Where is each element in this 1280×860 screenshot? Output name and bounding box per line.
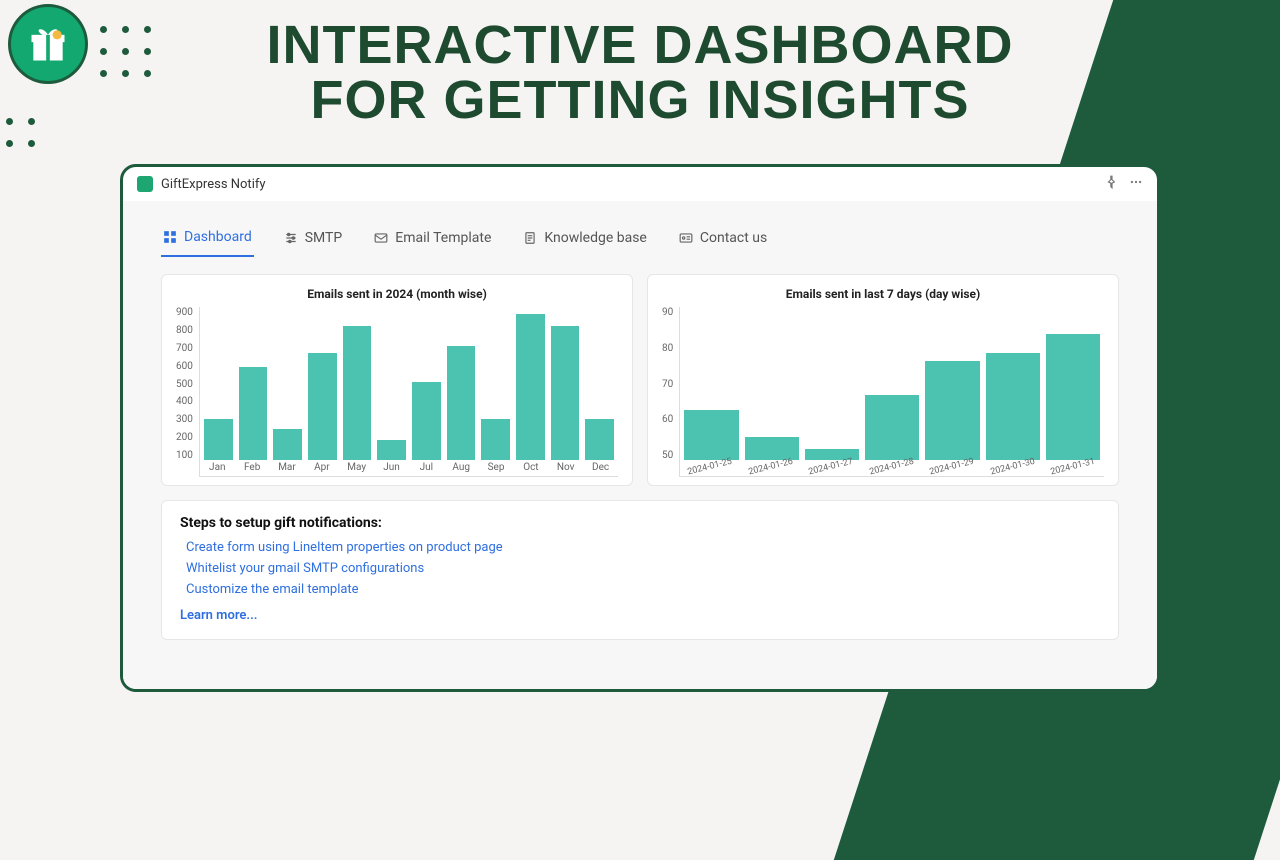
tab-email-template[interactable]: Email Template [372,225,493,257]
chart-title: Emails sent in last 7 days (day wise) [662,287,1104,301]
pin-icon[interactable] [1105,175,1119,193]
tab-smtp[interactable]: SMTP [282,225,345,257]
app-small-icon [137,176,153,192]
learn-more-link[interactable]: Learn more... [180,608,1100,623]
bar[interactable] [204,419,233,460]
sliders-icon [284,231,298,245]
chart-weekly: 9080706050 2024-01-252024-01-262024-01-2… [662,307,1104,477]
window-topbar: GiftExpress Notify [123,167,1157,201]
bar[interactable] [447,346,476,460]
bar[interactable] [516,314,545,460]
tabs: Dashboard SMTP Email Template Knowledge … [161,225,1119,258]
steps-card: Steps to setup gift notifications: Creat… [161,500,1119,640]
bars [680,307,1104,460]
app-title: GiftExpress Notify [161,177,266,192]
step-link-3[interactable]: Customize the email template [180,579,1100,600]
tab-label: Dashboard [184,229,252,245]
chart-weekly-card: Emails sent in last 7 days (day wise) 90… [647,274,1119,486]
bar[interactable] [865,395,919,460]
bar[interactable] [377,440,406,460]
more-icon[interactable] [1129,175,1143,193]
tab-label: SMTP [305,230,343,246]
tab-knowledge-base[interactable]: Knowledge base [521,225,648,257]
decor-dots [1176,644,1250,696]
mail-icon [374,231,388,245]
steps-heading: Steps to setup gift notifications: [180,515,1100,531]
window-content: Dashboard SMTP Email Template Knowledge … [123,201,1157,689]
bar[interactable] [308,353,337,460]
bar[interactable] [273,429,302,460]
chart-monthly: 900800700600500400300200100 JanFebMarApr… [176,307,618,477]
bar[interactable] [684,410,738,460]
x-axis: 2024-01-252024-01-262024-01-272024-01-28… [680,462,1104,476]
hero-line2: FOR GETTING INSIGHTS [0,73,1280,128]
y-axis: 9080706050 [662,307,679,477]
tab-label: Contact us [700,230,767,246]
charts-row: Emails sent in 2024 (month wise) 9008007… [161,274,1119,486]
bar[interactable] [412,382,441,460]
bar[interactable] [1046,334,1100,460]
grid-icon [163,230,177,244]
chart-title: Emails sent in 2024 (month wise) [176,287,618,301]
bar[interactable] [239,367,268,461]
x-axis: JanFebMarAprMayJunJulAugSepOctNovDec [200,462,618,476]
bar[interactable] [551,326,580,460]
hero-title: INTERACTIVE DASHBOARD FOR GETTING INSIGH… [0,18,1280,128]
tab-contact-us[interactable]: Contact us [677,225,769,257]
id-icon [679,231,693,245]
bar[interactable] [343,326,372,460]
step-link-1[interactable]: Create form using LineItem properties on… [180,537,1100,558]
bar[interactable] [481,419,510,460]
step-link-2[interactable]: Whitelist your gmail SMTP configurations [180,558,1100,579]
chart-monthly-card: Emails sent in 2024 (month wise) 9008007… [161,274,633,486]
tab-label: Email Template [395,230,491,246]
bars [200,307,618,460]
doc-icon [523,231,537,245]
bar[interactable] [986,353,1040,460]
y-axis: 900800700600500400300200100 [176,307,199,477]
tab-dashboard[interactable]: Dashboard [161,225,254,257]
app-window: GiftExpress Notify Dashboard SMTP Email … [120,164,1160,692]
hero-line1: INTERACTIVE DASHBOARD [0,18,1280,73]
tab-label: Knowledge base [544,230,646,246]
bar[interactable] [925,361,979,460]
bar[interactable] [585,419,614,460]
